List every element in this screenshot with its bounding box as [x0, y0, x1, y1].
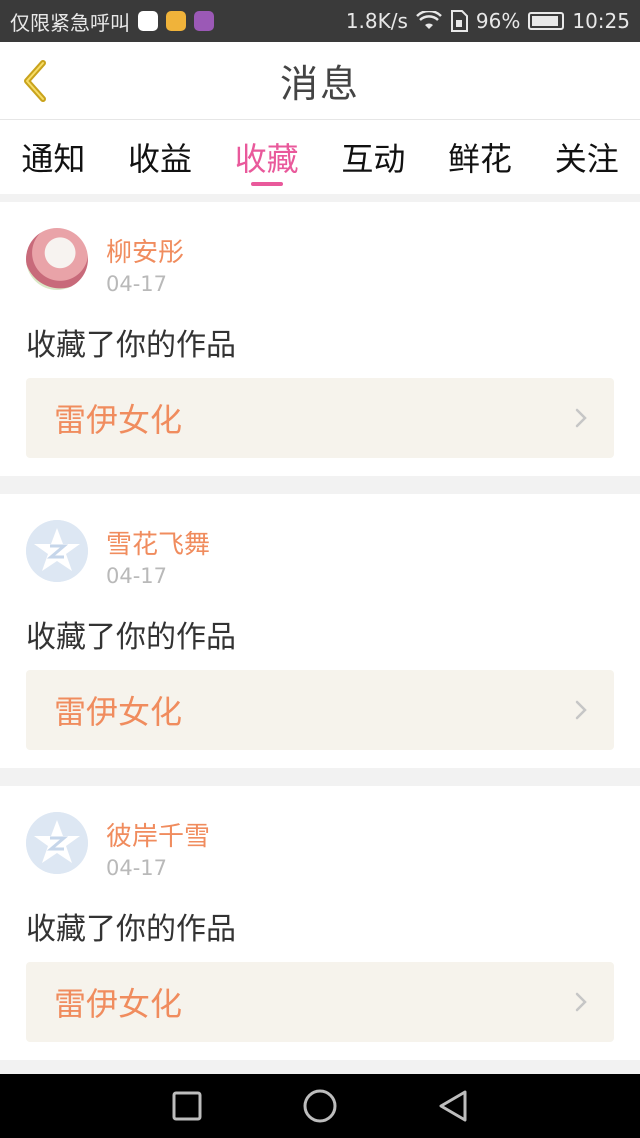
back-button[interactable]: [14, 56, 54, 106]
timestamp: 04-17: [106, 564, 168, 588]
chevron-left-icon: [24, 60, 46, 102]
back-nav-button[interactable]: [433, 1086, 473, 1126]
message-list: 柳安彤 04-17 收藏了你的作品 雷伊女化 雪花飞舞 04-17 收藏了你的作…: [0, 202, 640, 1078]
work-link[interactable]: 雷伊女化: [26, 378, 614, 458]
tab-earnings[interactable]: 收益: [107, 120, 214, 194]
circle-icon: [303, 1089, 337, 1123]
avatar[interactable]: [26, 520, 88, 582]
work-title: 雷伊女化: [54, 985, 183, 1023]
clock: 10:25: [572, 9, 630, 33]
work-title: 雷伊女化: [54, 401, 183, 439]
wifi-icon: [416, 11, 442, 29]
username[interactable]: 雪花飞舞: [106, 524, 210, 561]
default-avatar-star-icon: [26, 812, 88, 874]
chevron-right-icon: [575, 408, 587, 428]
action-text: 收藏了你的作品: [26, 328, 236, 363]
work-title: 雷伊女化: [54, 693, 183, 731]
tab-interaction[interactable]: 互动: [320, 120, 427, 194]
action-text: 收藏了你的作品: [26, 620, 236, 655]
sim-icon: [450, 10, 468, 32]
recents-button[interactable]: [167, 1086, 207, 1126]
username[interactable]: 彼岸千雪: [106, 816, 210, 853]
avatar[interactable]: [26, 812, 88, 874]
network-speed: 1.8K/s: [345, 9, 408, 33]
chevron-right-icon: [575, 992, 587, 1012]
list-item: 柳安彤 04-17 收藏了你的作品 雷伊女化: [0, 202, 640, 476]
tab-notice[interactable]: 通知: [0, 120, 107, 194]
screen: 仅限紧急呼叫 1.8K/s 96% 10:25 消息 通知 收益 收藏 互动 鲜…: [0, 0, 640, 1138]
status-bar: 仅限紧急呼叫 1.8K/s 96% 10:25: [0, 0, 640, 42]
home-button[interactable]: [300, 1086, 340, 1126]
battery-icon: [528, 12, 565, 30]
username[interactable]: 柳安彤: [106, 232, 184, 269]
timestamp: 04-17: [106, 272, 168, 296]
gallery-app-icon: [194, 11, 214, 31]
list-item: 彼岸千雪 04-17 收藏了你的作品 雷伊女化: [0, 786, 640, 1060]
square-icon: [172, 1091, 202, 1121]
app-notification-icon: [138, 11, 158, 31]
page-title: 消息: [279, 62, 360, 106]
timestamp: 04-17: [106, 856, 168, 880]
lock-app-icon: [166, 11, 186, 31]
header: 消息: [0, 42, 640, 120]
tab-favorites[interactable]: 收藏: [213, 120, 320, 194]
battery-percent: 96%: [475, 9, 521, 33]
default-avatar-star-icon: [26, 520, 88, 582]
tab-bar: 通知 收益 收藏 互动 鲜花 关注: [0, 120, 640, 194]
tab-flowers[interactable]: 鲜花: [427, 120, 534, 194]
work-link[interactable]: 雷伊女化: [26, 670, 614, 750]
system-nav-bar: [0, 1074, 640, 1138]
list-item: 雪花飞舞 04-17 收藏了你的作品 雷伊女化: [0, 494, 640, 768]
tab-follow[interactable]: 关注: [533, 120, 640, 194]
carrier-text: 仅限紧急呼叫: [10, 10, 130, 35]
triangle-back-icon: [439, 1090, 467, 1122]
work-link[interactable]: 雷伊女化: [26, 962, 614, 1042]
avatar[interactable]: [26, 228, 88, 290]
action-text: 收藏了你的作品: [26, 912, 236, 947]
chevron-right-icon: [575, 700, 587, 720]
